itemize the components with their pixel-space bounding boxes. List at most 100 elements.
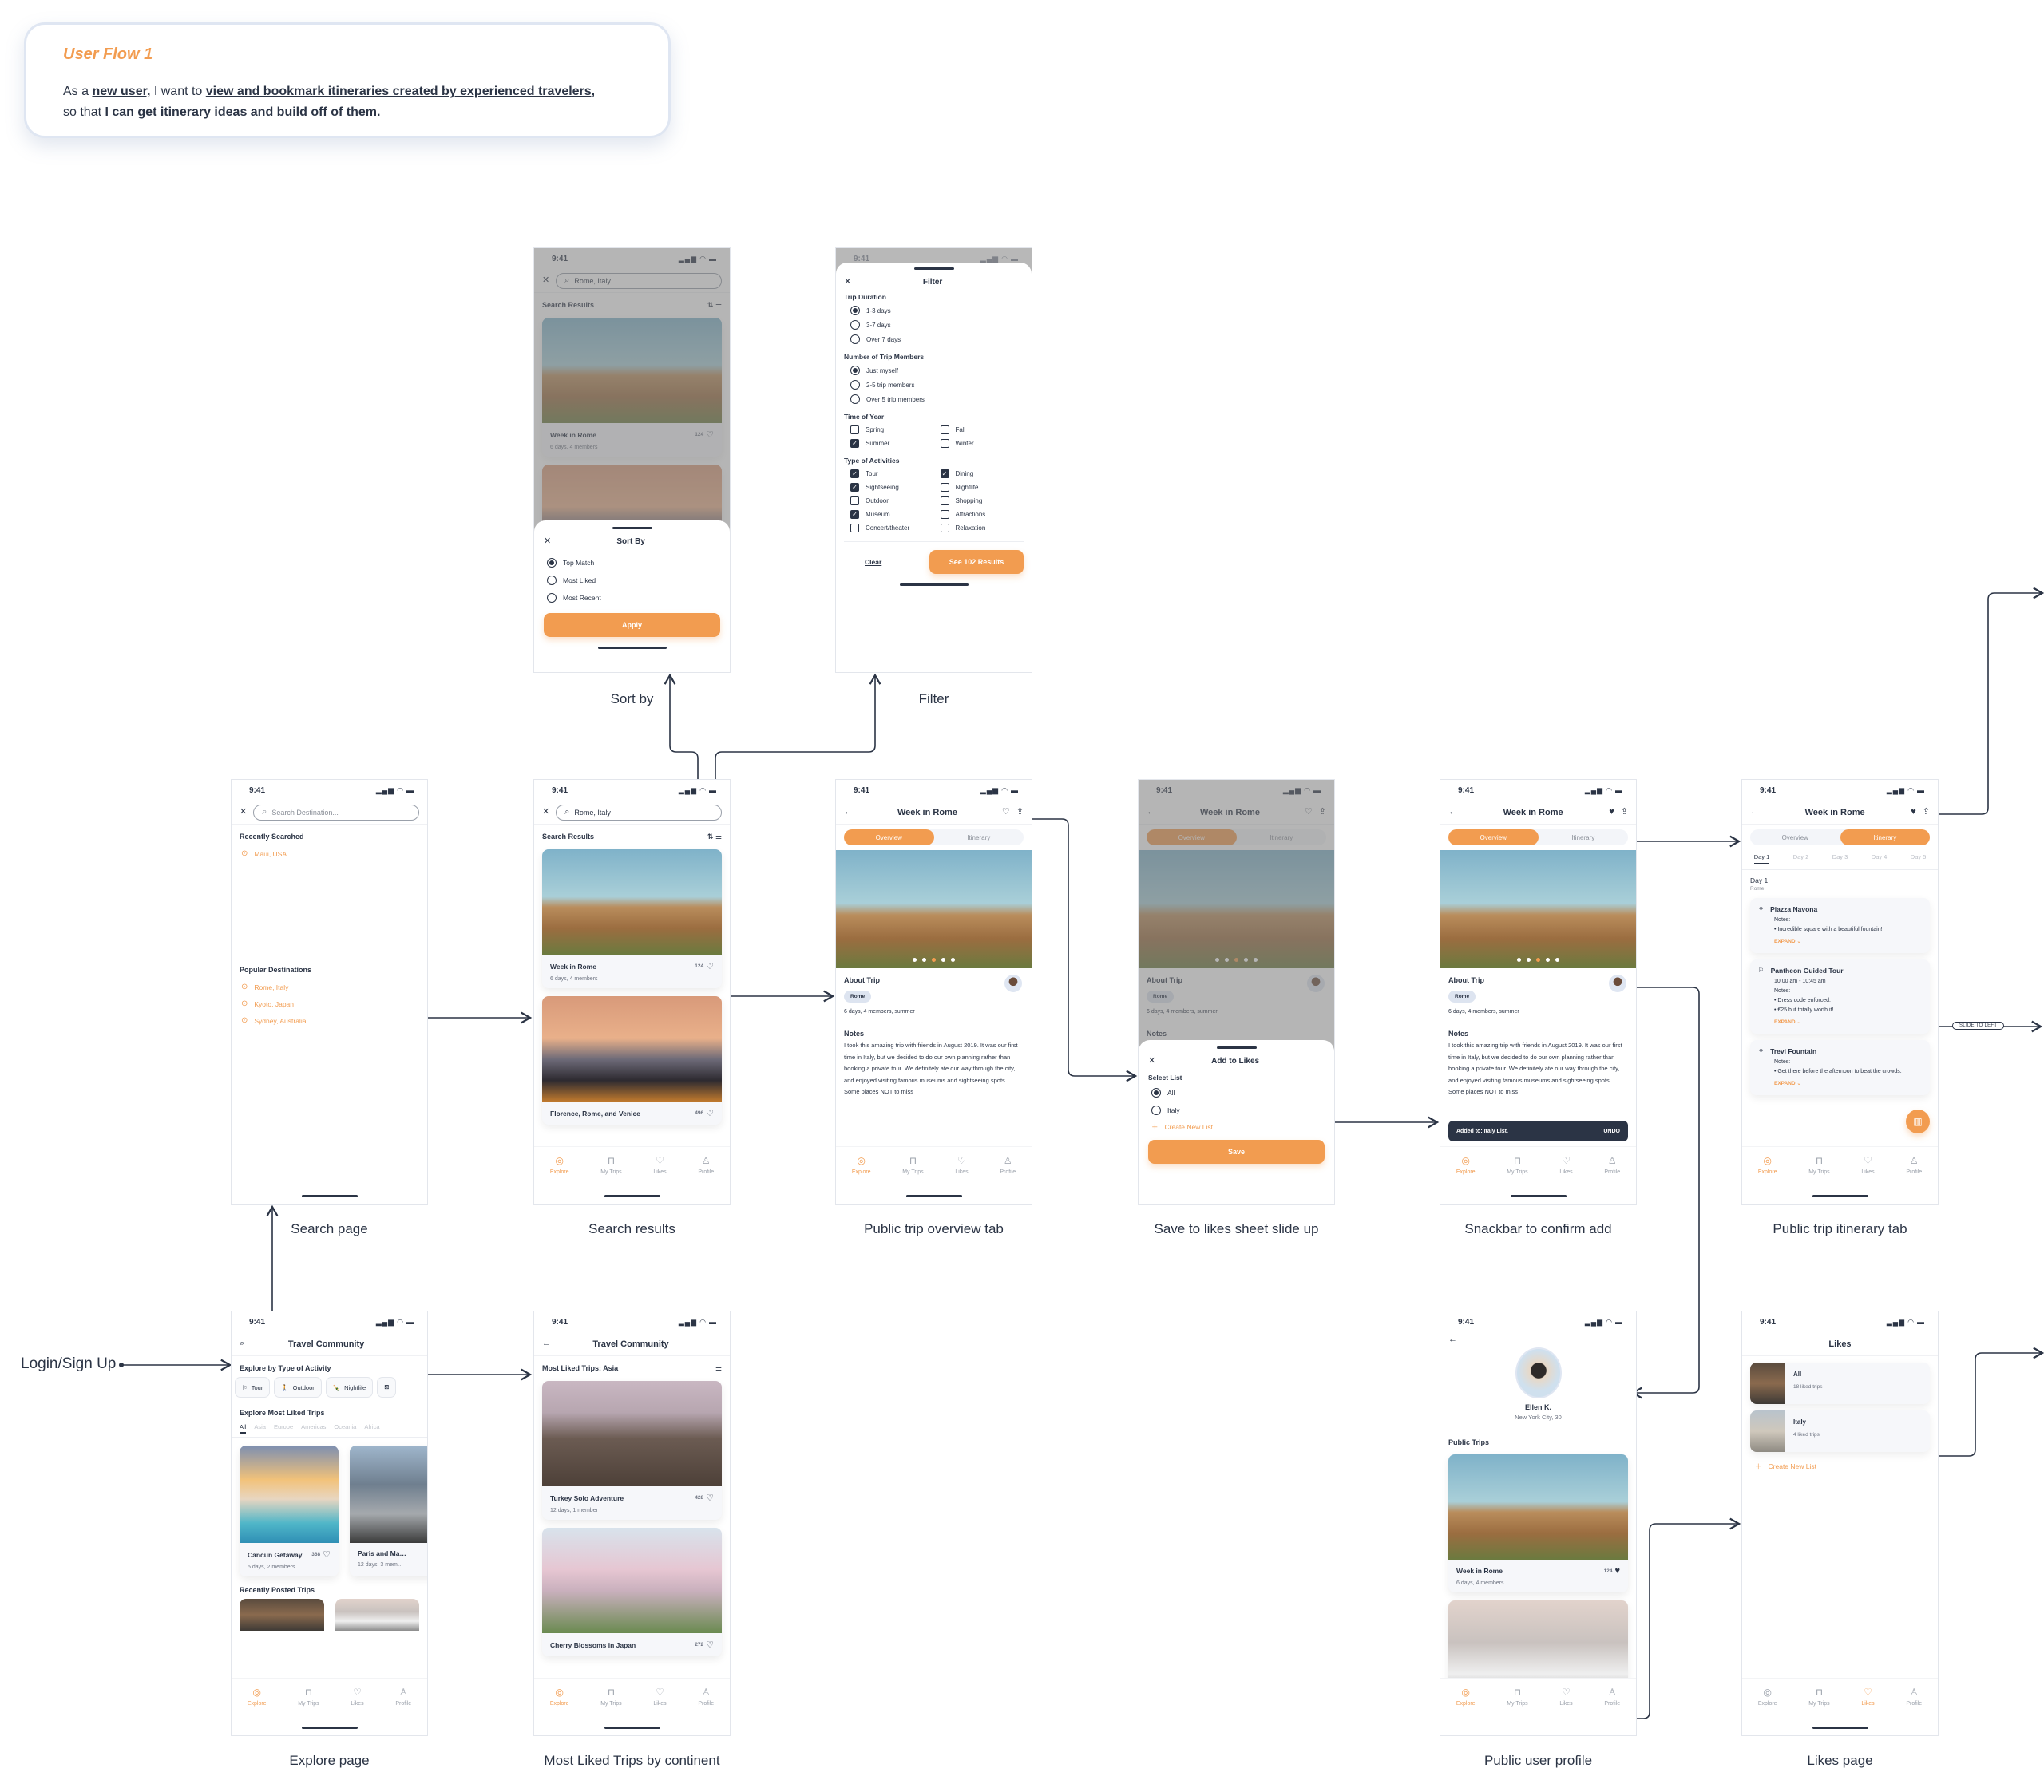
itinerary-item[interactable]: ⚭ Trevi Fountain Notes: • Get there before … xyxy=(1750,1040,1930,1095)
checkbox[interactable] xyxy=(940,439,949,448)
filter-checkbox-option[interactable]: ✓ Sightseeing xyxy=(844,481,934,494)
heart-icon[interactable]: ♡ xyxy=(706,961,714,971)
day-tab[interactable]: Day 3 xyxy=(1832,853,1848,864)
close-icon[interactable]: ✕ xyxy=(240,808,247,817)
carousel-dot[interactable] xyxy=(932,958,936,962)
share-icon[interactable]: ⇪ xyxy=(1621,808,1628,817)
checkbox[interactable] xyxy=(940,425,949,434)
radio-button[interactable] xyxy=(1151,1106,1161,1115)
checkbox[interactable] xyxy=(850,524,859,532)
carousel-dot[interactable] xyxy=(1517,958,1521,962)
sort-option[interactable]: Most Recent xyxy=(544,589,720,607)
destination-item[interactable]: ⊙ Rome, Italy xyxy=(232,979,427,995)
trip-card[interactable]: Week in Rome 124♡ 6 days, 4 members xyxy=(542,849,722,988)
tab-explore[interactable]: ◎ Explore xyxy=(550,1687,569,1735)
radio-button[interactable] xyxy=(850,334,860,344)
filter-checkbox-option[interactable]: Fall xyxy=(934,423,1024,437)
filter-checkbox-option[interactable]: ✓ Museum xyxy=(844,508,934,521)
tab-profile[interactable]: ♙ Profile xyxy=(395,1687,411,1735)
radio-button[interactable] xyxy=(850,394,860,404)
share-icon[interactable]: ⇪ xyxy=(1016,808,1024,817)
filter-checkbox-option[interactable]: Relaxation xyxy=(934,521,1024,535)
activity-chip[interactable]: ⚐ Tour xyxy=(235,1377,271,1398)
checkbox[interactable]: ✓ xyxy=(940,469,949,478)
tab-profile[interactable]: ♙ Profile xyxy=(1604,1687,1620,1735)
heart-icon[interactable]: ♡ xyxy=(1002,808,1010,817)
trip-hero-image[interactable] xyxy=(836,850,1032,968)
back-arrow-icon[interactable]: ← xyxy=(1750,808,1759,817)
trip-image[interactable] xyxy=(240,1599,324,1631)
continent-tab[interactable]: Europe xyxy=(274,1423,293,1434)
expand-button[interactable]: EXPAND ⌄ xyxy=(1774,937,1922,947)
login-signup-label[interactable]: Login/Sign Up xyxy=(21,1355,116,1373)
continent-tab[interactable]: Americas xyxy=(301,1423,326,1434)
trip-card[interactable]: Cancun Getaway 368 ♡ 5 days, 2 members xyxy=(240,1446,339,1576)
search-input[interactable]: ⌕ Search Destination... xyxy=(253,804,419,821)
checkbox[interactable] xyxy=(850,425,859,434)
day-tab[interactable]: Day 1 xyxy=(1753,853,1770,864)
continent-tab[interactable]: Asia xyxy=(254,1423,266,1434)
radio-button[interactable] xyxy=(547,593,557,603)
tab-profile[interactable]: ♙ Profile xyxy=(1604,1155,1620,1204)
filter-checkbox-option[interactable]: Attractions xyxy=(934,508,1024,521)
author-avatar[interactable] xyxy=(1004,975,1022,992)
filter-radio-option[interactable]: 2-5 trip members xyxy=(844,378,1024,392)
activity-chip[interactable]: ⛾ xyxy=(377,1377,397,1398)
tab-explore[interactable]: ◎ Explore xyxy=(1456,1687,1476,1735)
carousel-dot[interactable] xyxy=(941,958,945,962)
tab-overview[interactable]: Overview xyxy=(1448,829,1539,845)
expand-button[interactable]: EXPAND ⌄ xyxy=(1774,1079,1922,1089)
destination-item[interactable]: ⊙ Kyoto, Japan xyxy=(232,995,427,1012)
checkbox[interactable]: ✓ xyxy=(850,510,859,519)
trip-image[interactable] xyxy=(335,1599,419,1631)
search-icon[interactable]: ⌕ xyxy=(240,1339,244,1348)
radio-button[interactable] xyxy=(547,576,557,585)
heart-filled-icon[interactable]: ♥ xyxy=(1609,808,1614,817)
close-icon[interactable]: ✕ xyxy=(1148,1057,1155,1066)
day-tab[interactable]: Day 2 xyxy=(1793,853,1809,864)
save-button[interactable]: Save xyxy=(1148,1140,1325,1164)
filter-radio-option[interactable]: Over 7 days xyxy=(844,332,1024,346)
radio-button[interactable] xyxy=(850,380,860,390)
filter-checkbox-option[interactable]: ✓ Tour xyxy=(844,467,934,481)
filter-checkbox-option[interactable]: ✓ Summer xyxy=(844,437,934,450)
itinerary-item[interactable]: ⚭ Piazza Navona Notes: • Incredible square … xyxy=(1750,898,1930,953)
itinerary-item[interactable]: ⚐ Pantheon Guided Tour 10:00 am - 10:45 am… xyxy=(1750,959,1930,1034)
day-tab[interactable]: Day 5 xyxy=(1911,853,1927,864)
destination-item[interactable]: ⊙ Sydney, Australia xyxy=(232,1012,427,1029)
see-results-button[interactable]: See 102 Results xyxy=(929,550,1024,574)
sort-option[interactable]: Most Liked xyxy=(544,572,720,589)
filter-radio-option[interactable]: Over 5 trip members xyxy=(844,392,1024,406)
back-arrow-icon[interactable]: ← xyxy=(844,808,853,817)
filter-icon[interactable]: ⚌ xyxy=(715,1364,722,1373)
checkbox[interactable] xyxy=(850,496,859,505)
trip-card[interactable]: Florence, Rome, and Venice 496 ♡ xyxy=(542,996,722,1125)
create-list-button[interactable]: ＋ Create New List xyxy=(1742,1458,1938,1474)
activity-chip[interactable]: 🍾 Nightlife xyxy=(325,1377,374,1398)
filter-radio-option[interactable]: Just myself xyxy=(844,363,1024,378)
sheet-grabber[interactable] xyxy=(1216,1046,1257,1049)
heart-icon[interactable]: ♡ xyxy=(706,1640,714,1650)
filter-radio-option[interactable]: 3-7 days xyxy=(844,318,1024,332)
radio-button[interactable] xyxy=(1151,1088,1161,1098)
tab-overview[interactable]: Overview xyxy=(844,829,934,845)
map-button[interactable]: ▥ xyxy=(1906,1110,1930,1133)
tab-explore[interactable]: ◎ Explore xyxy=(248,1687,267,1735)
carousel-dot[interactable] xyxy=(951,958,955,962)
back-arrow-icon[interactable]: ← xyxy=(1448,1335,1457,1344)
heart-filled-icon[interactable]: ♥ xyxy=(1911,808,1916,817)
tab-my-trips[interactable]: ⊓ My Trips xyxy=(1507,1687,1527,1735)
clear-button[interactable]: Clear xyxy=(865,558,881,566)
day-tab[interactable]: Day 4 xyxy=(1872,853,1888,864)
create-list-button[interactable]: ＋ Create New List xyxy=(1148,1119,1325,1135)
sort-icon[interactable]: ⇅ xyxy=(707,833,714,841)
trip-card[interactable]: Paris and Ma… 12 days, 3 mem… xyxy=(350,1446,427,1576)
tab-explore[interactable]: ◎ Explore xyxy=(1456,1155,1476,1204)
like-list-card[interactable]: All 18 liked trips xyxy=(1750,1363,1930,1404)
share-icon[interactable]: ⇪ xyxy=(1923,808,1930,817)
filter-checkbox-option[interactable]: Spring xyxy=(844,423,934,437)
trip-card[interactable]: Cherry Blossoms in Japan 272 ♡ xyxy=(542,1528,722,1656)
tab-profile[interactable]: ♙ Profile xyxy=(698,1687,714,1735)
tab-profile[interactable]: ♙ Profile xyxy=(1000,1155,1016,1204)
checkbox[interactable] xyxy=(940,510,949,519)
